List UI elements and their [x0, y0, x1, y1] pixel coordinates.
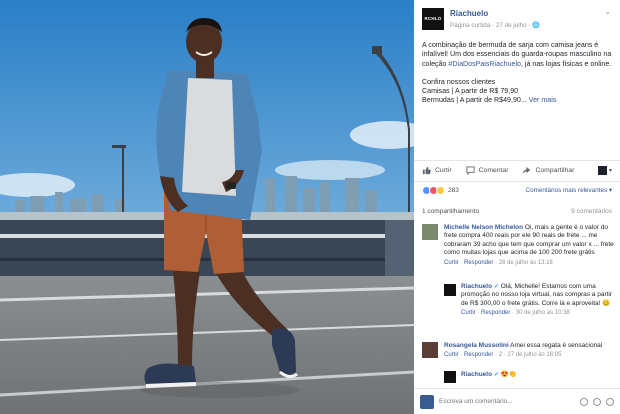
post-meta-text: Página curtida · 27 de julho · — [450, 22, 533, 29]
post-meta: Página curtida · 27 de julho · 🌐 — [450, 21, 540, 29]
comment-reply-link[interactable]: Responder — [481, 310, 510, 316]
comment-time[interactable]: · 2 · 27 de julho às 16:05 — [493, 352, 561, 358]
comment-sort-dropdown[interactable]: Comentários mais relevantes ▾ — [526, 187, 612, 194]
comment-body: Michelle Nelson Michelon Oi, mais a gent… — [444, 224, 614, 267]
post-text-part: , já nas lojas físicas e online. — [520, 59, 612, 68]
comment-meta: Curtir · Responder · 30 de julho às 10:3… — [461, 310, 570, 317]
emoji-icon[interactable] — [593, 397, 601, 406]
shares-count[interactable]: 1 compartilhamento — [422, 208, 479, 215]
reply-item: Riachuelo ✔ 😍👏 — [444, 371, 614, 383]
avatar[interactable] — [422, 224, 438, 240]
reaction-count[interactable]: 283 — [448, 187, 459, 194]
camera-icon[interactable] — [580, 397, 588, 406]
see-more-link[interactable]: Ver mais — [529, 96, 557, 104]
comment-body: Riachuelo ✔ Olá, Michelle! Estamos com u… — [461, 283, 614, 318]
comment-button[interactable]: Comentar — [466, 166, 509, 175]
shares-row: 1 compartilhamento 9 comentários — [414, 204, 620, 218]
thumbs-up-icon — [422, 166, 431, 175]
comment-like-link[interactable]: Curtir — [444, 352, 459, 358]
globe-icon: 🌐 — [532, 22, 541, 29]
post-as-selector[interactable]: ▾ — [597, 166, 612, 175]
comment-time[interactable]: · 30 de julho às 10:38 — [510, 310, 570, 316]
photo-illustration — [0, 0, 414, 414]
like-button[interactable]: Curtir — [422, 166, 452, 175]
share-icon — [523, 166, 531, 175]
post-paragraph-1: A combinação de bermuda de sarja com cam… — [422, 41, 612, 69]
comment-like-link[interactable]: Curtir — [444, 260, 459, 266]
comment-like-link[interactable]: Curtir — [461, 310, 476, 316]
comment-body: Riachuelo ✔ 😍👏 — [461, 371, 614, 379]
reactions-bar: 283 Comentários mais relevantes ▾ — [414, 181, 620, 199]
comment-body: Rosangela Mussolini Amei essa regata é s… — [444, 342, 614, 360]
post-text: A combinação de bermuda de sarja com cam… — [414, 36, 620, 106]
page-name-link[interactable]: Riachuelo — [450, 9, 488, 18]
share-button[interactable]: Compartilhar — [522, 166, 574, 175]
comment-time[interactable]: · 28 de julho às 13:16 — [493, 260, 553, 266]
page-avatar-mini — [597, 166, 607, 175]
comment-composer — [414, 388, 620, 414]
comment-reply-link[interactable]: Responder — [464, 260, 493, 266]
avatar[interactable] — [422, 342, 438, 358]
caret-down-icon: ▾ — [608, 168, 612, 174]
comment-label: Comentar — [478, 167, 509, 174]
comment-text: Amei essa regata é sensacional — [508, 342, 603, 349]
like-label: Curtir — [435, 167, 452, 174]
avatar[interactable] — [444, 371, 456, 383]
commenter-name[interactable]: Riachuelo — [461, 283, 492, 290]
hashtag-link[interactable]: #DiaDosPaisRiachuelo — [448, 60, 521, 68]
comment-meta: Curtir · Responder · 28 de julho às 13:1… — [444, 259, 553, 266]
commenter-name[interactable]: Riachuelo — [461, 371, 492, 378]
price-line-bermudas: Bermudas | A partir de R$49,90... — [422, 96, 527, 105]
post-text-part: Confira nossos clientes — [422, 77, 496, 86]
price-line-camisas: Camisas | A partir de R$ 79,90 — [422, 87, 519, 96]
user-avatar — [420, 394, 434, 409]
comment-input[interactable] — [439, 398, 575, 405]
post-panel: RCHLO Riachuelo Página curtida · 27 de j… — [414, 0, 620, 414]
comments-count[interactable]: 9 comentários — [571, 208, 612, 215]
reply-item: Riachuelo ✔ Olá, Michelle! Estamos com u… — [444, 283, 614, 318]
post-paragraph-2: Confira nossos clientes Camisas | A part… — [422, 78, 612, 106]
avatar[interactable] — [444, 284, 456, 296]
post-photo[interactable] — [0, 0, 414, 414]
commenter-name[interactable]: Michelle Nelson Michelon — [444, 224, 523, 231]
share-label: Compartilhar — [535, 167, 575, 174]
action-bar: Curtir Comentar Compartilhar ▾ — [414, 160, 620, 180]
commenter-name[interactable]: Rosangela Mussolini — [444, 342, 509, 349]
comment-item: Michelle Nelson Michelon Oi, mais a gent… — [422, 224, 614, 267]
comment-text: 😍👏 — [498, 371, 517, 378]
page-logo[interactable]: RCHLO — [422, 8, 444, 30]
comment-icon — [466, 166, 475, 175]
options-chevron-icon[interactable]: ⌄ — [604, 7, 611, 16]
comment-meta: Curtir · Responder · 2 · 27 de julho às … — [444, 352, 562, 359]
sticker-icon[interactable] — [606, 397, 614, 406]
comment-reply-link[interactable]: Responder — [464, 352, 493, 358]
post-header: RCHLO Riachuelo Página curtida · 27 de j… — [414, 0, 620, 36]
comment-item: Rosangela Mussolini Amei essa regata é s… — [422, 342, 614, 360]
wow-reaction-icon[interactable] — [436, 186, 445, 195]
